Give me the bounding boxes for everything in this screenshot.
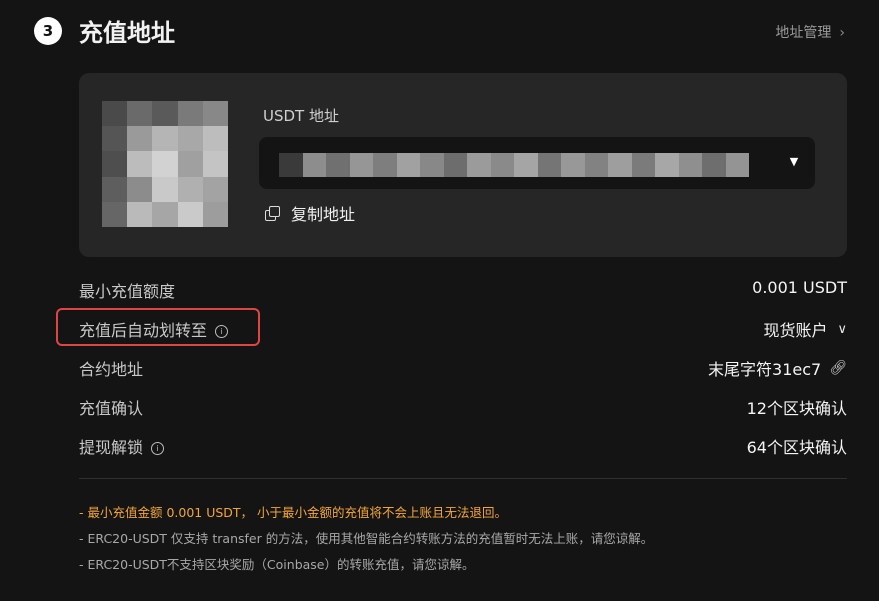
deposit-details: 最小充值额度 0.001 USDT 充值后自动划转至 i 现货账户 ∨ 合约地址 末… bbox=[56, 278, 847, 473]
info-icon[interactable]: i bbox=[215, 325, 229, 338]
detail-value: 0.001 USDT bbox=[752, 278, 847, 297]
address-manage-link[interactable]: 地址管理 › bbox=[775, 22, 845, 42]
detail-row-contract-address: 合约地址 末尾字符31ec7 🔗︎ bbox=[79, 356, 847, 395]
detail-value: 64个区块确认 bbox=[746, 438, 847, 457]
detail-row-withdraw-unlock: 提现解锁 i 64个区块确认 bbox=[79, 434, 847, 473]
step-number-badge: 3 bbox=[34, 17, 62, 45]
note: - ERC20-USDT 仅支持 transfer 的方法，使用其他智能合约转账… bbox=[79, 531, 654, 546]
address-select[interactable]: ▼ bbox=[259, 137, 815, 189]
section-title: 充值地址 bbox=[79, 19, 175, 47]
detail-value: 12个区块确认 bbox=[746, 399, 847, 418]
address-value-blurred bbox=[279, 153, 749, 177]
notes-list: - 最小充值金额 0.001 USDT， 小于最小金额的充值将不会上账且无法退回… bbox=[79, 500, 653, 578]
detail-label: 提现解锁 bbox=[79, 438, 144, 457]
account-select[interactable]: 现货账户 ∨ bbox=[763, 317, 847, 341]
detail-label: 最小充值额度 bbox=[79, 282, 176, 301]
chevron-right-icon: › bbox=[839, 25, 845, 41]
link-icon: 🔗︎ bbox=[829, 360, 847, 376]
info-icon[interactable]: i bbox=[151, 442, 165, 455]
chevron-down-icon: ∨ bbox=[837, 321, 847, 337]
qr-code bbox=[102, 101, 228, 227]
note: - ERC20-USDT不支持区块奖励（Coinbase）的转账充值，请您谅解。 bbox=[79, 557, 475, 572]
contract-address-link[interactable]: 末尾字符31ec7 🔗︎ bbox=[708, 356, 847, 380]
address-manage-label: 地址管理 bbox=[775, 25, 832, 41]
detail-label: 充值确认 bbox=[79, 399, 144, 418]
detail-row-auto-transfer: 充值后自动划转至 i 现货账户 ∨ bbox=[56, 308, 847, 356]
detail-label-with-info: 充值后自动划转至 i bbox=[79, 317, 229, 341]
detail-value: 现货账户 bbox=[763, 321, 828, 340]
warning-note: - 最小充值金额 0.001 USDT， 小于最小金额的充值将不会上账且无法退回… bbox=[79, 505, 508, 520]
caret-down-icon[interactable]: ▼ bbox=[787, 155, 801, 169]
divider bbox=[79, 478, 847, 479]
deposit-address-card: USDT 地址 ▼ 复制地址 bbox=[79, 73, 847, 257]
detail-label-with-info: 提现解锁 i bbox=[79, 434, 165, 458]
copy-icon bbox=[265, 206, 280, 221]
detail-label: 合约地址 bbox=[79, 360, 144, 379]
detail-row-deposit-confirm: 充值确认 12个区块确认 bbox=[79, 395, 847, 434]
copy-address-button[interactable]: 复制地址 bbox=[265, 201, 355, 225]
copy-address-label: 复制地址 bbox=[291, 205, 356, 224]
usdt-address-label: USDT 地址 bbox=[263, 107, 339, 125]
detail-value: 末尾字符31ec7 bbox=[708, 360, 822, 379]
detail-label: 充值后自动划转至 bbox=[79, 321, 208, 340]
